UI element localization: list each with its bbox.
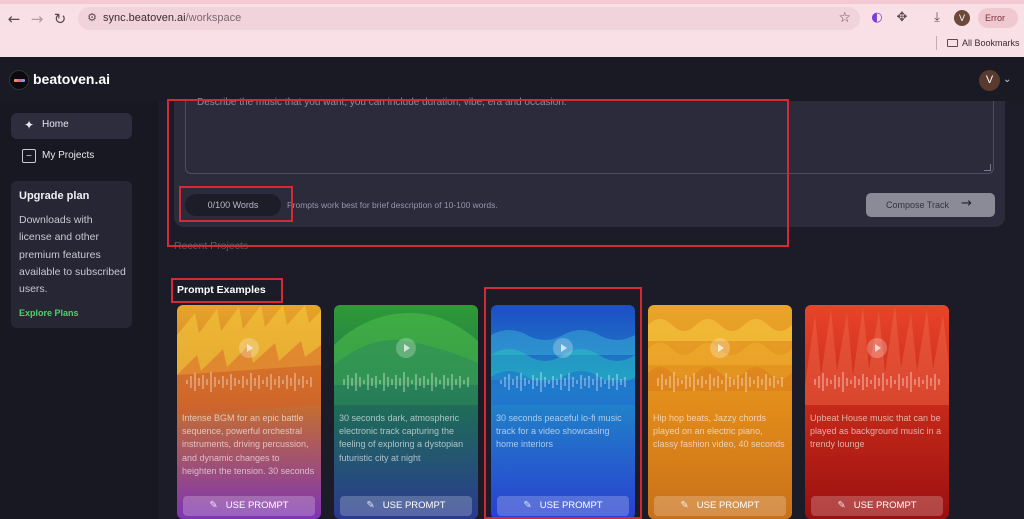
use-prompt-label: USE PROMPT: [853, 500, 917, 511]
app-header: beatoven.ai V ⌄: [0, 57, 1024, 101]
upgrade-plan-card: Upgrade plan Downloads with license and …: [11, 181, 132, 328]
waveform-icon: [500, 372, 626, 392]
use-prompt-button[interactable]: ✎ USE PROMPT: [811, 496, 943, 516]
use-prompt-button[interactable]: ✎ USE PROMPT: [340, 496, 472, 516]
prompt-card-dystopian-city[interactable]: 30 seconds dark, atmospheric electronic …: [334, 305, 478, 519]
pencil-icon: ✎: [680, 500, 689, 511]
address-bar[interactable]: ⚙ sync.beatoven.ai/workspace ☆: [78, 7, 860, 30]
waveform-icon: [186, 372, 312, 392]
compose-track-label: Compose Track: [886, 200, 950, 210]
all-bookmarks-label: All Bookmarks: [962, 38, 1020, 48]
chevron-down-icon[interactable]: ⌄: [1003, 74, 1011, 85]
error-badge[interactable]: Error: [978, 8, 1018, 28]
compose-track-button[interactable]: Compose Track →: [866, 193, 995, 217]
card-description: 30 seconds peaceful lo-fi music track fo…: [496, 413, 622, 450]
prompt-placeholder: Describe the music that you want, you ca…: [197, 97, 567, 108]
use-prompt-button[interactable]: ✎ USE PROMPT: [497, 496, 629, 516]
forward-icon[interactable]: →: [28, 10, 46, 28]
use-prompt-label: USE PROMPT: [225, 500, 289, 511]
prompt-textarea[interactable]: Describe the music that you want, you ca…: [185, 97, 994, 174]
card-description: Intense BGM for an epic battle sequence,…: [182, 413, 315, 476]
play-icon[interactable]: [710, 338, 730, 358]
waveform-icon: [814, 372, 940, 392]
prompt-card-epic-battle[interactable]: Intense BGM for an epic battle sequence,…: [177, 305, 321, 519]
use-prompt-button[interactable]: ✎ USE PROMPT: [183, 496, 315, 516]
play-icon[interactable]: [867, 338, 887, 358]
user-avatar[interactable]: V: [979, 70, 1000, 91]
url-path: /workspace: [185, 12, 242, 24]
logo-icon[interactable]: [9, 70, 29, 90]
browser-profile-avatar[interactable]: V: [954, 10, 970, 26]
arrow-right-icon: →: [961, 196, 972, 211]
waveform-icon: [657, 372, 783, 392]
card-description: Hip hop beats, Jazzy chords played on an…: [653, 413, 785, 450]
recent-projects-heading: Recent Projects: [174, 240, 249, 252]
sidebar: ✦ Home ~ My Projects Upgrade plan Downlo…: [0, 101, 158, 519]
download-icon[interactable]: ⤓: [928, 9, 946, 27]
sidebar-item-my-projects[interactable]: ~ My Projects: [11, 144, 132, 170]
waveform-box-icon: ~: [22, 149, 36, 163]
reload-icon[interactable]: ↻: [51, 10, 69, 28]
explore-plans-link[interactable]: Explore Plans: [19, 308, 79, 318]
use-prompt-label: USE PROMPT: [696, 500, 760, 511]
prompt-tip: Prompts work best for brief description …: [287, 200, 498, 210]
word-count-badge: 0/100 Words: [185, 194, 281, 216]
site-info-icon[interactable]: ⚙: [85, 11, 99, 25]
use-prompt-label: USE PROMPT: [382, 500, 446, 511]
waveform-icon: [343, 372, 469, 392]
browser-chrome: ← → ↻ ⚙ sync.beatoven.ai/workspace ☆ ◐ ✥…: [0, 0, 1024, 57]
pencil-icon: ✎: [209, 500, 218, 511]
pencil-icon: ✎: [523, 500, 532, 511]
sidebar-item-home[interactable]: ✦ Home: [11, 113, 132, 139]
prompt-card-upbeat-house[interactable]: Upbeat House music that can be played as…: [805, 305, 949, 519]
use-prompt-label: USE PROMPT: [539, 500, 603, 511]
bookmarks-divider: [936, 36, 937, 50]
prompt-card-lofi-interiors[interactable]: 30 seconds peaceful lo-fi music track fo…: [491, 305, 635, 519]
play-icon[interactable]: [396, 338, 416, 358]
card-description: Upbeat House music that can be played as…: [810, 413, 942, 450]
sidebar-item-label: Home: [42, 119, 69, 130]
tab-strip: [0, 0, 1024, 4]
card-description: 30 seconds dark, atmospheric electronic …: [339, 413, 464, 463]
bookmark-star-icon[interactable]: ☆: [838, 10, 851, 26]
pencil-icon: ✎: [837, 500, 846, 511]
sidebar-item-label: My Projects: [42, 150, 95, 161]
url-text[interactable]: sync.beatoven.ai/workspace: [103, 12, 241, 24]
prompt-card-hip-hop[interactable]: Hip hop beats, Jazzy chords played on an…: [648, 305, 792, 519]
sparkle-icon: ✦: [23, 118, 35, 132]
play-icon[interactable]: [239, 338, 259, 358]
back-icon[interactable]: ←: [5, 10, 23, 28]
extension-icon[interactable]: ◐: [868, 9, 886, 27]
pencil-icon: ✎: [366, 500, 375, 511]
resize-handle[interactable]: [984, 164, 991, 171]
prompt-examples-heading: Prompt Examples: [177, 284, 266, 296]
brand-name[interactable]: beatoven.ai: [33, 71, 110, 87]
folder-icon: [947, 39, 958, 47]
extensions-puzzle-icon[interactable]: ✥: [893, 9, 911, 27]
url-host: sync.beatoven.ai: [103, 12, 186, 24]
use-prompt-button[interactable]: ✎ USE PROMPT: [654, 496, 786, 516]
all-bookmarks[interactable]: All Bookmarks: [947, 38, 1020, 48]
upgrade-description: Downloads with license and other premium…: [19, 214, 126, 296]
upgrade-title: Upgrade plan: [19, 190, 90, 202]
play-icon[interactable]: [553, 338, 573, 358]
